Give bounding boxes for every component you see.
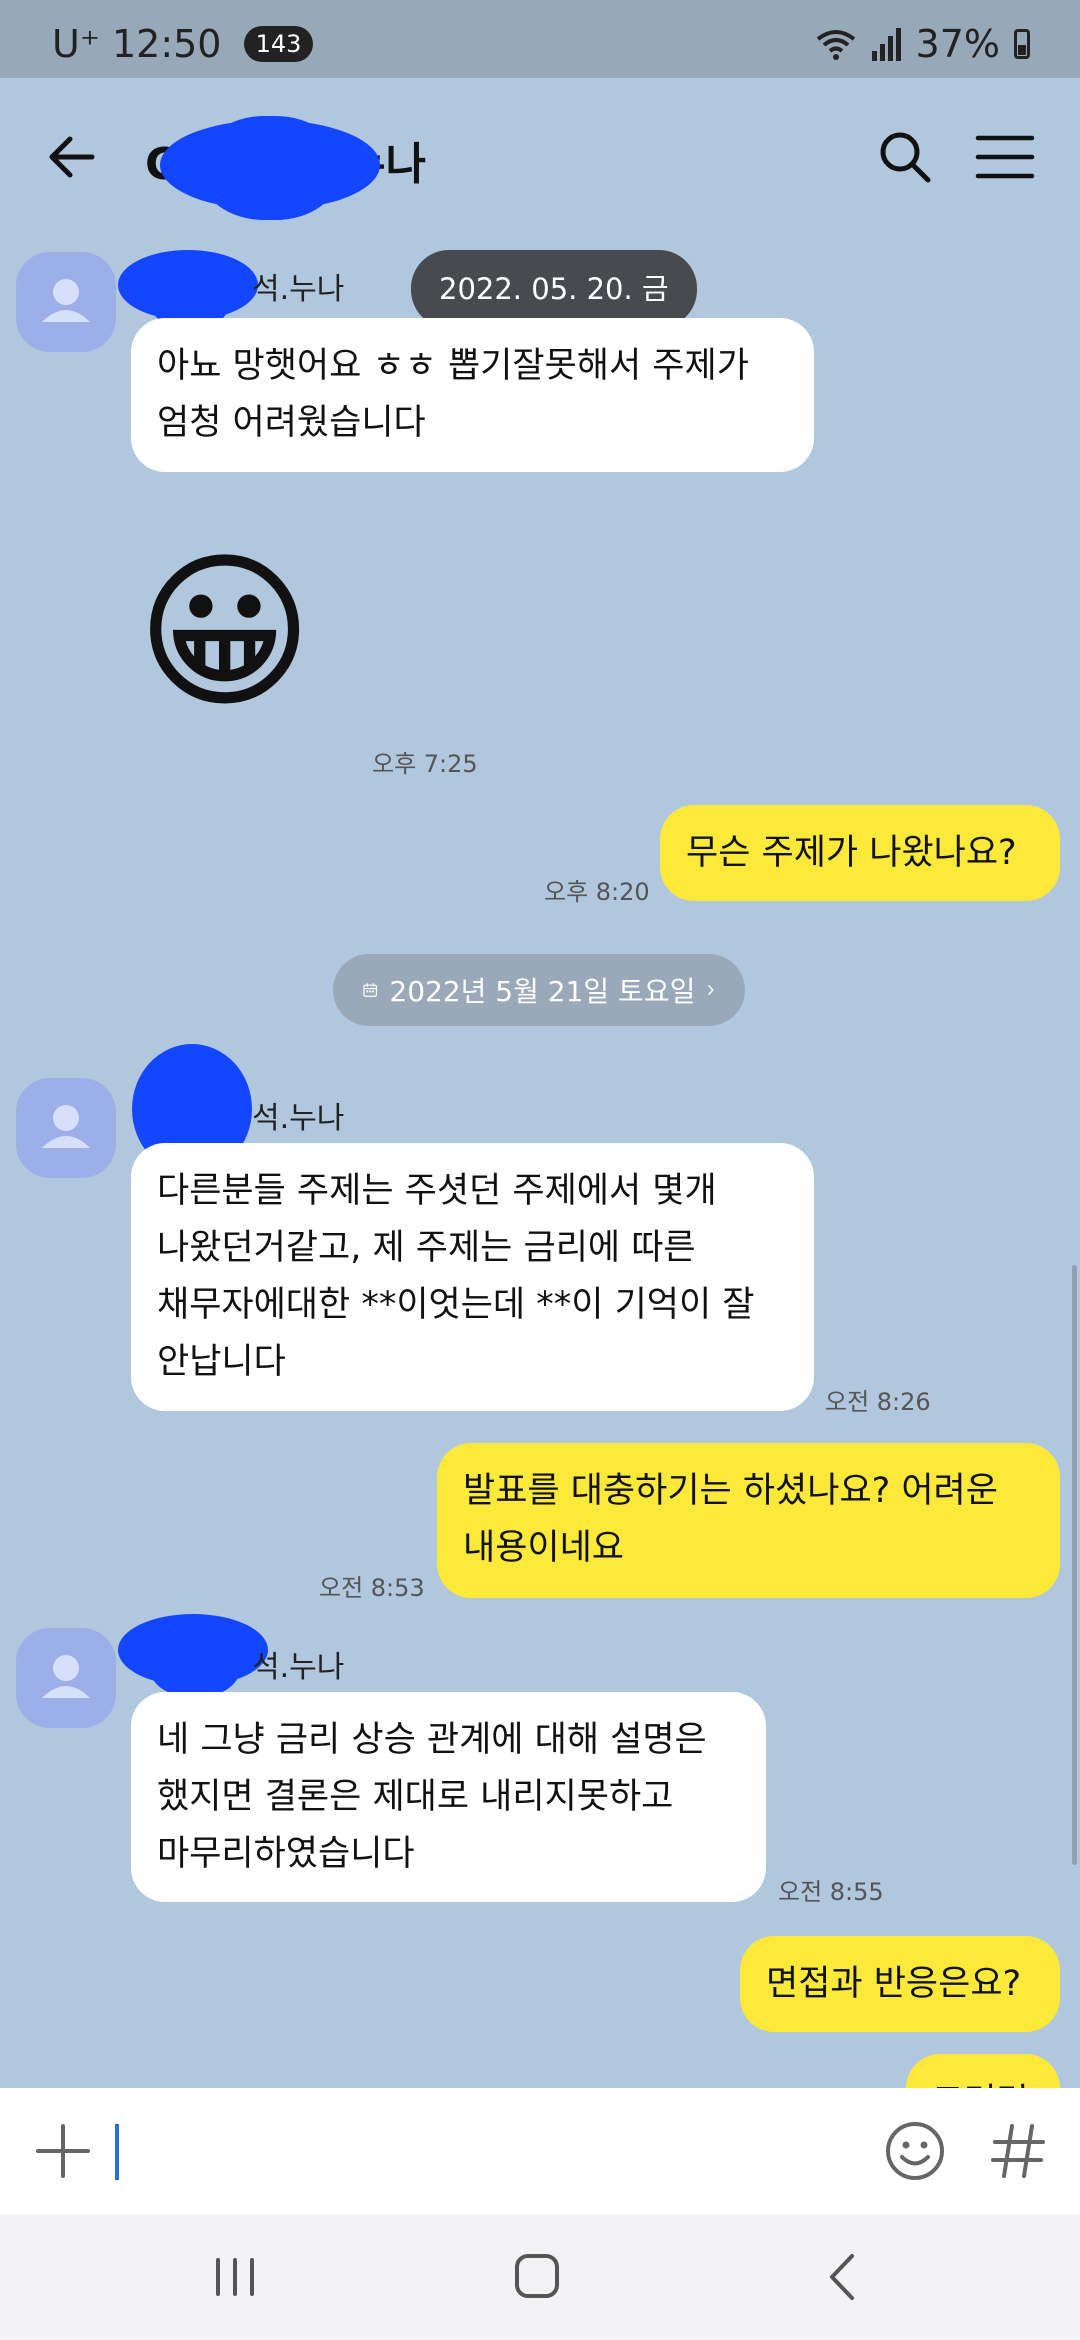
message-bubble-outgoing[interactable]: 무슨 주제가 나왔나요? [660, 805, 1060, 901]
home-button[interactable] [502, 2244, 572, 2310]
arrow-left-icon [49, 136, 95, 178]
status-right: 37% [816, 22, 1030, 66]
date-divider[interactable]: 2022년 5월 21일 토요일 [333, 954, 745, 1026]
add-button[interactable] [30, 2118, 96, 2184]
hashtag-button[interactable] [983, 2116, 1053, 2186]
home-icon [515, 2254, 559, 2298]
battery-icon [1014, 29, 1030, 59]
calendar-icon [363, 983, 378, 997]
nav-back-button[interactable] [808, 2244, 878, 2310]
back-button[interactable] [40, 122, 110, 192]
hamburger-menu-icon [975, 135, 1035, 179]
avatar[interactable] [16, 252, 116, 352]
emoji-sticker[interactable]: 😀 [136, 528, 313, 738]
notification-badge: 143 [243, 25, 314, 62]
recent-apps-icon [216, 2258, 254, 2296]
message-time: 오후 8:20 [544, 878, 650, 906]
message-time: 오후 7:25 [372, 750, 478, 778]
date-divider-label: 2022년 5월 21일 토요일 [389, 975, 696, 1008]
message-bubble-outgoing[interactable]: 면접과 반응은요? [740, 1936, 1060, 2032]
message-input[interactable] [115, 2124, 119, 2180]
battery-percent: 37% [915, 22, 1000, 66]
status-left: U⁺ 12:50 143 [52, 22, 314, 66]
user-silhouette-icon [42, 1655, 90, 1698]
message-input-bar [0, 2088, 1080, 2214]
chevron-right-icon [708, 984, 715, 996]
signal-icon [871, 28, 901, 61]
redaction-blob [200, 116, 340, 220]
menu-button[interactable] [970, 122, 1040, 192]
message-time: 오전 8:55 [778, 1878, 884, 1906]
scrollbar[interactable] [1072, 1265, 1077, 1865]
message-bubble-incoming[interactable]: 아뇨 망햇어요 ㅎㅎ 뽑기잘못해서 주제가 엄청 어려웠습니다 [131, 318, 814, 472]
chevron-left-icon [830, 2254, 854, 2300]
user-silhouette-icon [42, 1105, 90, 1148]
avatar[interactable] [16, 1628, 116, 1728]
carrier-label: U⁺ [52, 22, 100, 66]
status-bar: U⁺ 12:50 143 37% [0, 0, 1080, 78]
user-silhouette-icon [42, 279, 90, 322]
sender-name: 석.누나 [252, 1650, 345, 1685]
wifi-icon [816, 30, 855, 60]
status-time: 12:50 [111, 22, 222, 66]
search-icon [880, 132, 931, 183]
sender-name: 석.누나 [252, 272, 345, 307]
message-time: 오전 8:53 [319, 1574, 425, 1602]
message-bubble-outgoing[interactable]: 발표를 대충하기는 하셨나요? 어려운 내용이네요 [437, 1443, 1060, 1598]
message-bubble-incoming[interactable]: 네 그냥 금리 상승 관계에 대해 설명은 했지면 결론은 제대로 내리지못하고… [131, 1692, 766, 1902]
search-button[interactable] [870, 122, 940, 192]
date-chip: 2022. 05. 20. 금 [411, 250, 697, 328]
sender-name: 석.누나 [252, 1101, 345, 1136]
hashtag-icon [991, 2124, 1045, 2178]
avatar[interactable] [16, 1078, 116, 1178]
redaction-blob [150, 1640, 240, 1698]
recent-apps-button[interactable] [200, 2244, 270, 2310]
emoji-button[interactable] [880, 2116, 950, 2186]
message-time: 오전 8:26 [825, 1388, 931, 1416]
system-nav-bar [0, 2214, 1080, 2340]
smiley-icon [886, 2122, 944, 2180]
chat-header: C승석.누나 [0, 78, 1080, 228]
plus-icon [36, 2124, 90, 2178]
message-bubble-incoming[interactable]: 다른분들 주제는 주셧던 주제에서 몇개 나왔던거같고, 제 주제는 금리에 따… [131, 1143, 814, 1411]
